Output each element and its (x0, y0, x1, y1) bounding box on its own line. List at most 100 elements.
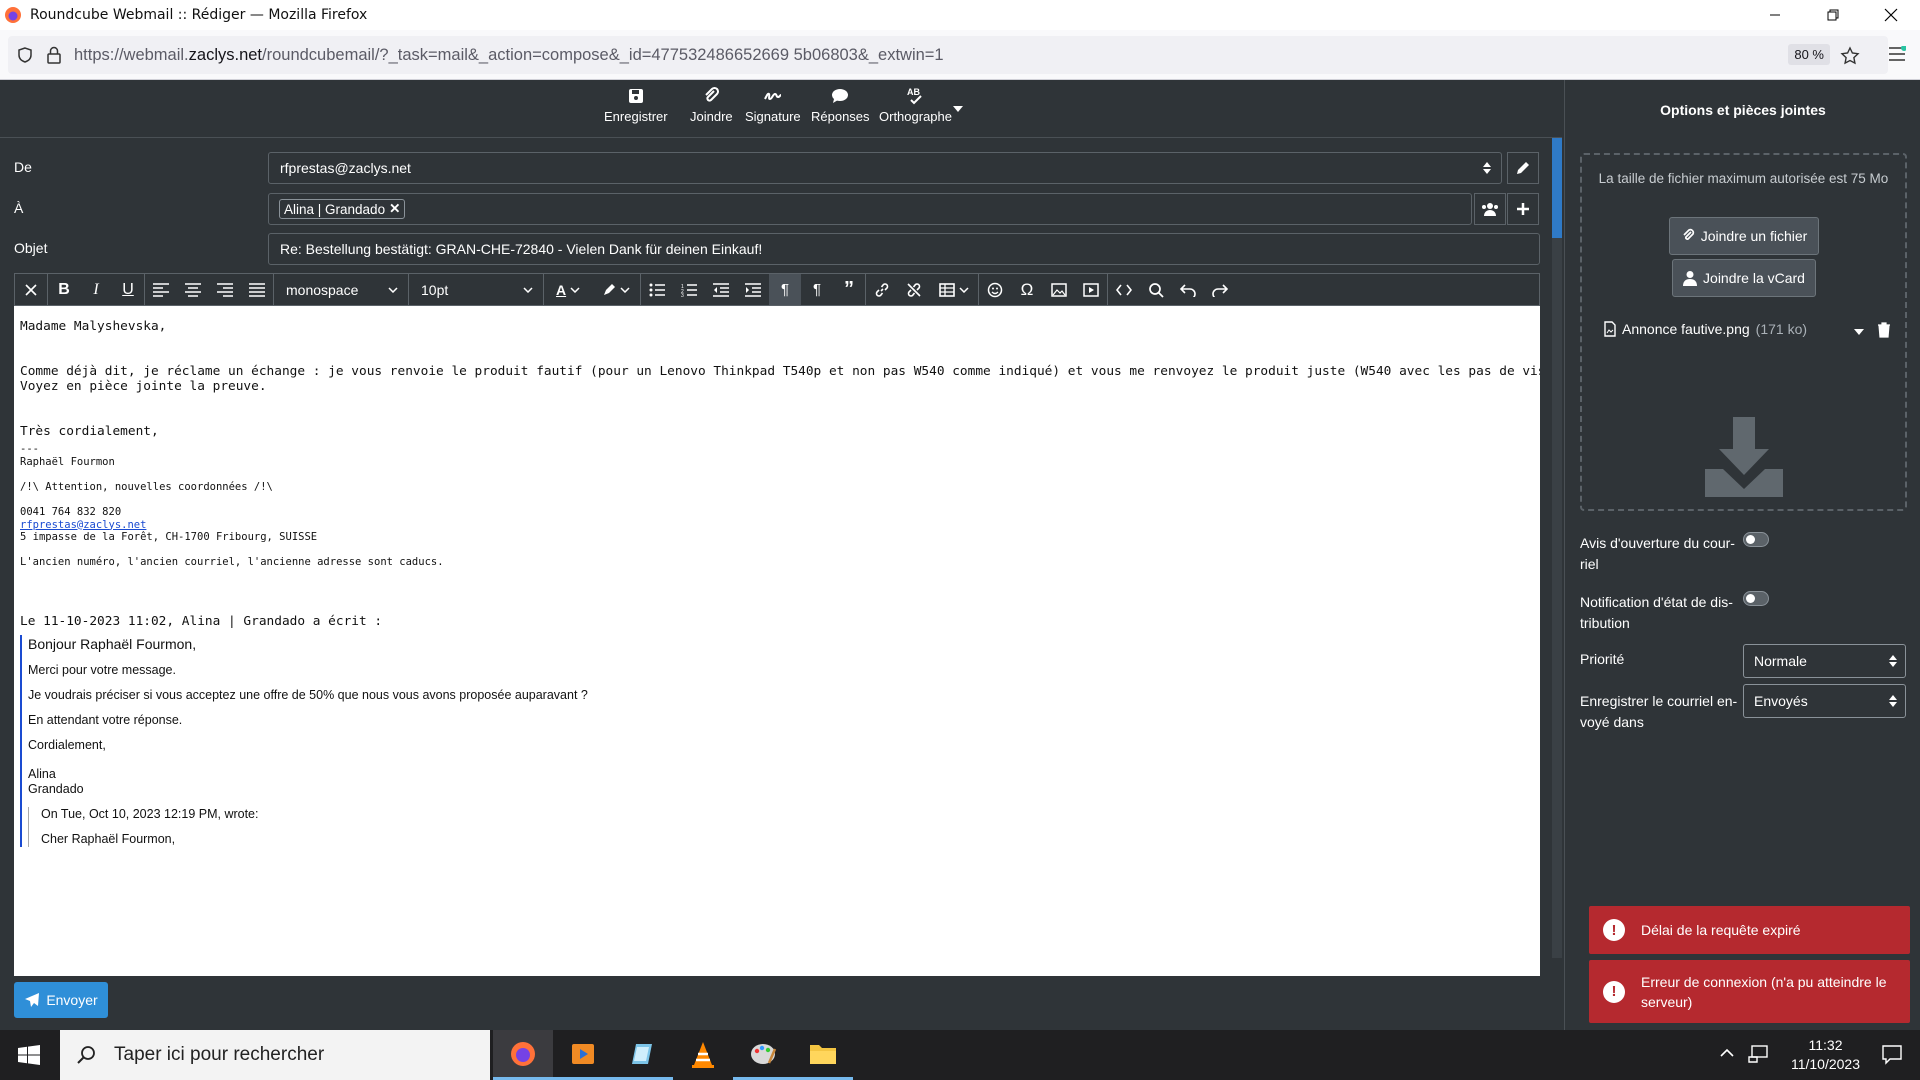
media-button[interactable] (1075, 274, 1107, 305)
attachment-dropzone[interactable]: La taille de fichier maximum autorisée e… (1580, 153, 1907, 511)
table-icon (939, 282, 955, 297)
image-button[interactable] (1043, 274, 1075, 305)
ltr-button[interactable]: ¶ (801, 274, 833, 305)
lock-icon[interactable] (46, 46, 62, 64)
attachment-menu-icon[interactable] (1854, 329, 1864, 335)
url-bar[interactable]: https://webmail.zaclys.net/roundcubemail… (8, 36, 1888, 74)
windows-start-icon[interactable] (18, 1045, 40, 1065)
subject-input[interactable]: Re: Bestellung bestätigt: GRAN-CHE-72840… (268, 233, 1540, 265)
menu-icon[interactable] (1888, 46, 1906, 62)
unlink-button[interactable] (898, 274, 930, 305)
error-toast[interactable]: ! Délai de la requête expiré (1589, 906, 1910, 954)
attachment-item[interactable]: Annonce fautive.png (171 ko) (1604, 321, 1807, 337)
signature-address: 5 impasse de la Forêt, CH-1700 Fribourg,… (20, 531, 318, 543)
special-char-button[interactable]: Ω (1011, 274, 1043, 305)
search-replace-button[interactable] (1140, 274, 1172, 305)
message-editor[interactable]: Madame Malyshevska, Comme déjà dit, je r… (14, 306, 1540, 976)
taskbar-search[interactable]: Taper ici pour rechercher (60, 1030, 490, 1080)
priority-select[interactable]: Normale (1743, 644, 1906, 678)
url-text[interactable]: https://webmail.zaclys.net/roundcubemail… (74, 46, 944, 65)
align-center-button[interactable] (177, 274, 209, 305)
highlight-color-button[interactable] (592, 274, 640, 305)
folder-icon (810, 1044, 836, 1064)
italic-button[interactable]: I (80, 274, 112, 305)
spell-dropdown-icon[interactable] (953, 106, 963, 112)
window-title: Roundcube Webmail :: Rédiger — Mozilla F… (30, 7, 368, 23)
underline-button[interactable]: U (112, 274, 144, 305)
bold-button[interactable]: B (48, 274, 80, 305)
remove-recipient-icon[interactable]: ✕ (389, 201, 400, 217)
notification-center-icon[interactable] (1882, 1045, 1902, 1065)
close-button[interactable] (1862, 0, 1920, 30)
spellcheck-button[interactable]: AB Orthographe (879, 86, 952, 124)
taskbar-notes-app[interactable] (613, 1030, 673, 1080)
address-book-button[interactable] (1474, 193, 1506, 225)
font-family-select[interactable]: monospace (274, 274, 408, 305)
read-receipt-toggle[interactable] (1743, 532, 1769, 547)
align-justify-button[interactable] (241, 274, 273, 305)
save-sent-select[interactable]: Envoyés (1743, 684, 1906, 718)
browser-navbar: https://webmail.zaclys.net/roundcubemail… (0, 30, 1920, 80)
redo-button[interactable] (1204, 274, 1236, 305)
trash-icon[interactable] (1877, 322, 1891, 338)
align-right-button[interactable] (209, 274, 241, 305)
edit-identity-button[interactable] (1507, 152, 1539, 184)
rtl-button[interactable]: ¶ (769, 274, 801, 305)
shield-icon[interactable] (16, 46, 34, 64)
text-color-button[interactable]: A (544, 274, 592, 305)
system-clock[interactable]: 11:32 11/10/2023 (1791, 1036, 1860, 1074)
svg-text:AB: AB (907, 87, 920, 97)
signature-separator: --- (20, 443, 39, 455)
user-icon (1683, 271, 1698, 286)
bookmark-star-icon[interactable] (1840, 46, 1860, 66)
attach-button[interactable]: Joindre (690, 86, 733, 124)
emoji-button[interactable] (979, 274, 1011, 305)
quote-greeting: Bonjour Raphaël Fourmon, (28, 635, 197, 652)
restore-button[interactable] (1804, 0, 1862, 30)
paperclip-icon (705, 86, 720, 102)
unlink-icon (907, 282, 921, 297)
signature-button[interactable]: Signature (745, 86, 801, 124)
outdent-button[interactable] (705, 274, 737, 305)
numbered-list-button[interactable]: 123 (673, 274, 705, 305)
error-toast[interactable]: ! Erreur de connexion (n'a pu atteindre … (1589, 960, 1910, 1023)
send-button[interactable]: Envoyer (14, 982, 108, 1018)
attach-vcard-button[interactable]: Joindre la vCard (1672, 259, 1816, 297)
taskbar-paint[interactable] (733, 1030, 793, 1080)
undo-button[interactable] (1172, 274, 1204, 305)
quoted-message: Bonjour Raphaël Fourmon, Merci pour votr… (20, 634, 1534, 847)
link-button[interactable] (866, 274, 898, 305)
clear-format-button[interactable] (15, 274, 47, 305)
align-left-button[interactable] (145, 274, 177, 305)
indent-button[interactable] (737, 274, 769, 305)
signature-note: L'ancien numéro, l'ancien courriel, l'an… (20, 555, 444, 568)
quote-line: En attendant votre réponse. (28, 712, 183, 727)
source-code-button[interactable] (1108, 274, 1140, 305)
from-select[interactable]: rfprestas@zaclys.net (268, 152, 1502, 184)
editor-scrollbar[interactable] (1552, 138, 1562, 958)
recipient-chip[interactable]: Alina | Grandado ✕ (279, 199, 406, 219)
signature-email-link[interactable]: rfprestas@zaclys.net (20, 519, 1534, 532)
taskbar-file-explorer[interactable] (793, 1030, 853, 1080)
save-button[interactable]: Enregistrer (604, 86, 668, 124)
roundcube-app: Enregistrer Joindre Signature Réponses A… (0, 80, 1920, 1030)
zoom-level[interactable]: 80 % (1788, 44, 1830, 65)
body-paragraph: Comme déjà dit, je réclame un échange : … (20, 364, 1540, 379)
bullet-list-button[interactable] (641, 274, 673, 305)
taskbar-media-player[interactable] (553, 1030, 613, 1080)
tray-chevron-up-icon[interactable] (1720, 1048, 1734, 1057)
image-icon (1051, 282, 1067, 297)
table-button[interactable] (930, 274, 978, 305)
to-field[interactable]: Alina | Grandado ✕ (268, 193, 1472, 225)
taskbar-vlc[interactable] (673, 1030, 733, 1080)
attach-file-button[interactable]: Joindre un fichier (1669, 217, 1819, 255)
add-header-button[interactable] (1507, 193, 1539, 225)
font-size-select[interactable]: 10pt (409, 274, 543, 305)
blockquote-button[interactable]: ” (833, 274, 865, 305)
responses-button[interactable]: Réponses (811, 86, 870, 124)
minimize-button[interactable] (1746, 0, 1804, 30)
dsn-toggle[interactable] (1743, 591, 1769, 606)
dsn-label: Notification d'état de dis-tribution (1580, 594, 1733, 631)
taskbar-firefox[interactable] (493, 1030, 553, 1080)
network-icon[interactable] (1748, 1045, 1768, 1063)
